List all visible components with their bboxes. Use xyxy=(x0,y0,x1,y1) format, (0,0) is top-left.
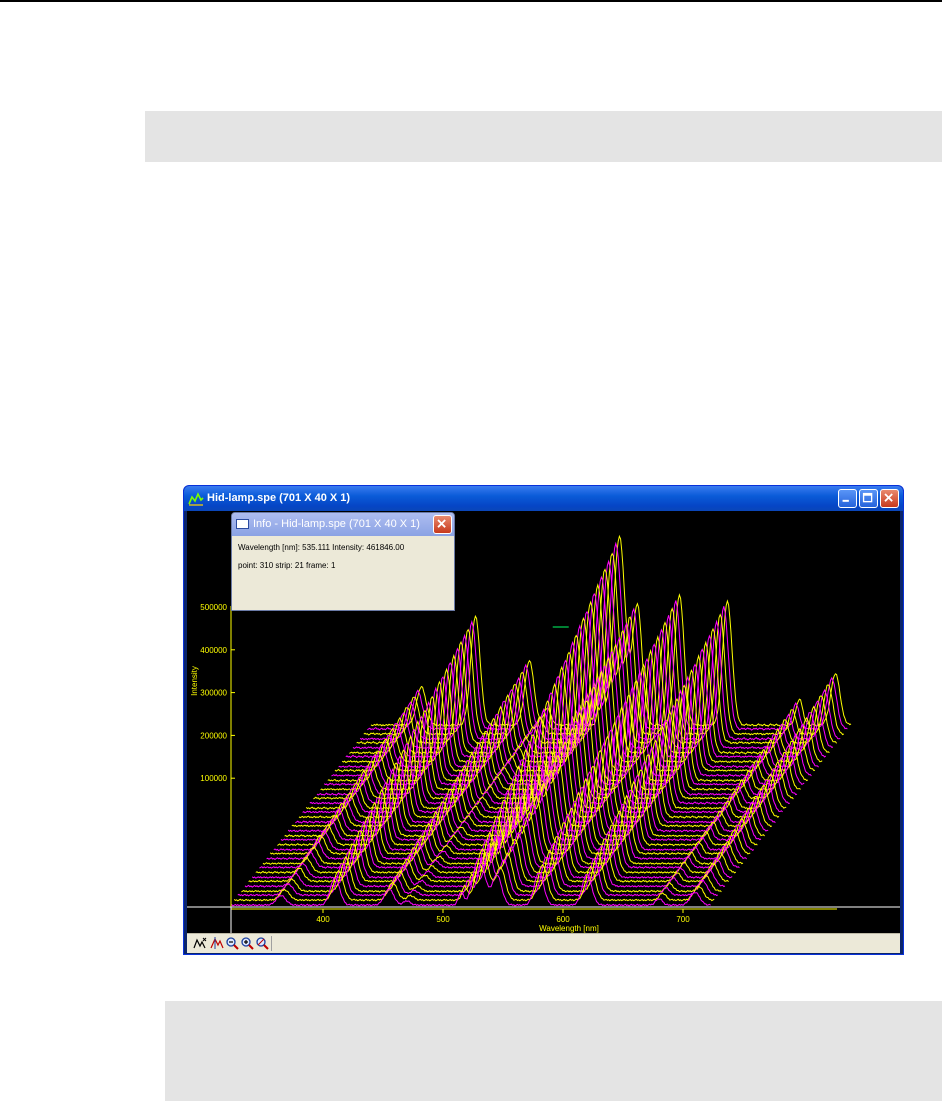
auto-scale-icon xyxy=(193,937,207,949)
x-tick-label: 500 xyxy=(436,915,450,924)
zoom-out-button[interactable] xyxy=(225,936,239,950)
x-tick-label: 400 xyxy=(316,915,330,924)
peak-icon xyxy=(210,937,224,949)
window-title: Hid-lamp.spe (701 X 40 X 1) xyxy=(207,492,351,504)
minimize-button[interactable] xyxy=(838,489,857,508)
zoom-in-button[interactable] xyxy=(240,936,254,950)
info-wavelength-intensity: Wavelength [nm]: 535.111 Intensity: 4618… xyxy=(238,543,405,552)
app-icon xyxy=(188,492,204,506)
zoom-reset-icon xyxy=(256,937,269,950)
y-tick-label: 200000 xyxy=(200,731,227,740)
page-top-rule xyxy=(0,0,942,2)
x-axis-label: Wavelength [nm] xyxy=(539,924,599,933)
y-axis-label: Intensity xyxy=(190,666,199,696)
auto-scale-button[interactable] xyxy=(193,936,207,950)
y-tick-label: 500000 xyxy=(200,603,227,612)
y-tick-label: 400000 xyxy=(200,646,227,655)
zoom-reset-button[interactable] xyxy=(255,936,269,950)
x-tick-label: 600 xyxy=(556,915,570,924)
peak-button[interactable] xyxy=(210,936,224,950)
info-point-strip-frame: point: 310 strip: 21 frame: 1 xyxy=(238,561,336,570)
maximize-button[interactable] xyxy=(859,489,878,508)
x-tick-label: 700 xyxy=(676,915,690,924)
info-popup[interactable]: Info - Hid-lamp.spe (701 X 40 X 1) Wavel… xyxy=(231,512,455,611)
minimize-icon xyxy=(842,499,849,502)
y-tick-label: 100000 xyxy=(200,774,227,783)
zoom-in-icon xyxy=(241,937,254,950)
maximize-icon xyxy=(862,492,873,503)
chart-toolbar xyxy=(187,933,900,953)
close-button[interactable] xyxy=(880,489,899,508)
info-title: Info - Hid-lamp.spe (701 X 40 X 1) xyxy=(253,518,420,530)
info-close-button[interactable] xyxy=(433,515,452,534)
y-tick-label: 300000 xyxy=(200,689,227,698)
close-icon xyxy=(437,519,446,528)
window-titlebar[interactable]: Hid-lamp.spe (701 X 40 X 1) xyxy=(184,486,903,511)
window-icon xyxy=(236,519,249,529)
zoom-out-icon xyxy=(226,937,239,950)
close-icon xyxy=(884,493,893,502)
note-band-bottom xyxy=(165,1001,942,1101)
spectrum-strip-trace xyxy=(338,610,819,769)
spectrum-strip-trace xyxy=(259,789,740,869)
note-band-top xyxy=(145,111,942,162)
info-titlebar[interactable]: Info - Hid-lamp.spe (701 X 40 X 1) xyxy=(232,513,454,536)
toolbar-separator xyxy=(271,936,272,951)
